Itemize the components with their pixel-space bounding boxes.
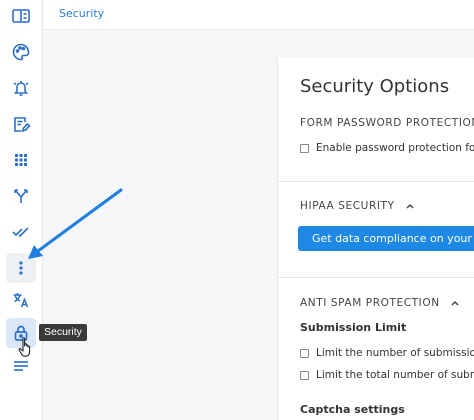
sidebar-item-design[interactable] [6,37,36,67]
branch-icon [14,189,28,203]
hipaa-heading-label: HIPAA SECURITY [300,200,395,212]
sidebar-item-notifications[interactable] [6,73,36,103]
top-bar: Security [44,0,474,30]
grid-icon [15,154,27,166]
form-password-heading: FORM PASSWORD PROTECTION [300,117,474,129]
password-protection-label: Enable password protection for t [316,142,474,154]
limit-number-row[interactable]: Limit the number of submissions [300,347,474,359]
limit-number-checkbox[interactable] [300,348,309,358]
alarm-icon [13,81,29,96]
anti-spam-heading-label: ANTI SPAM PROTECTION [300,297,440,309]
page-title: Security Options [300,76,450,97]
divider [278,181,474,182]
more-vertical-icon [19,261,23,275]
breadcrumb[interactable]: Security [59,7,104,20]
security-options-panel: Security Options FORM PASSWORD PROTECTIO… [277,57,474,420]
tooltip: Security [39,324,87,341]
anti-spam-heading[interactable]: ANTI SPAM PROTECTION [300,297,460,309]
edit-document-icon [14,117,31,133]
limit-total-checkbox[interactable] [300,370,309,380]
sidebar-item-more[interactable] [6,253,36,283]
password-protection-checkbox[interactable] [300,143,309,153]
sidebar-item-form-layout[interactable] [6,1,36,31]
sidebar-item-review[interactable] [6,217,36,247]
panel-viewport: Security Options FORM PASSWORD PROTECTIO… [277,57,474,420]
palette-icon [12,43,30,61]
translate-icon [13,293,29,308]
password-protection-row[interactable]: Enable password protection for t [300,142,474,154]
hipaa-heading[interactable]: HIPAA SECURITY [300,200,415,212]
chevron-up-icon [406,203,414,209]
data-compliance-button[interactable]: Get data compliance on your form [298,226,474,251]
captcha-heading: Captcha settings [300,403,405,416]
sidebar-item-apps[interactable] [6,145,36,175]
limit-number-label: Limit the number of submissions [316,347,474,359]
limit-total-row[interactable]: Limit the total number of submiss [300,369,474,381]
submission-limit-heading: Submission Limit [300,321,407,334]
sidebar-item-edit[interactable] [6,109,36,139]
sidebar-item-conditions[interactable] [6,181,36,211]
sidebar-item-translate[interactable] [6,285,36,315]
divider [278,277,474,278]
double-check-icon [12,227,29,238]
chevron-up-icon [451,300,459,306]
form-layout-icon [12,9,30,23]
menu-lines-icon [14,361,28,371]
limit-total-label: Limit the total number of submiss [316,369,474,381]
hand-cursor-icon [18,337,31,357]
